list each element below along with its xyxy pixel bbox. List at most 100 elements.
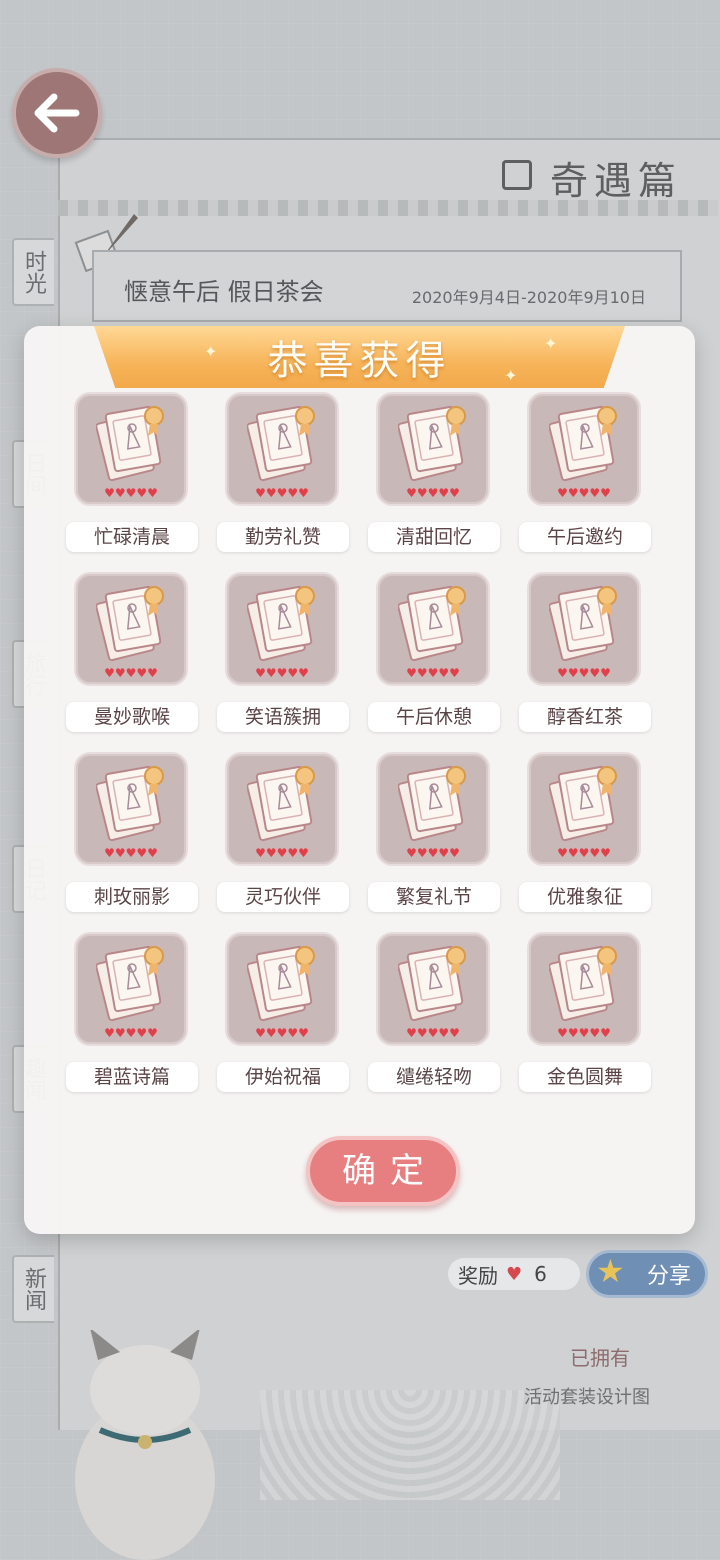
reward-item[interactable]: ♥♥♥♥♥ 笑语簇拥: [217, 572, 368, 733]
design-card-icon: [96, 405, 164, 482]
design-card-icon: [398, 405, 466, 482]
design-card-icon: [549, 405, 617, 482]
reward-count: 6: [534, 1262, 547, 1286]
design-card-icon: [549, 765, 617, 842]
reward-item-tile: ♥♥♥♥♥: [527, 932, 641, 1046]
reward-item-tile: ♥♥♥♥♥: [376, 752, 490, 866]
event-date: 2020年9月4日-2020年9月10日: [411, 288, 646, 307]
bus-icon: [502, 160, 532, 190]
confirm-button[interactable]: 确定: [306, 1136, 460, 1206]
reward-item-name: 醇香红茶: [519, 702, 651, 732]
reward-item[interactable]: ♥♥♥♥♥ 金色圆舞: [519, 932, 670, 1093]
sparkle-icon: ✦: [204, 342, 218, 361]
back-button[interactable]: [12, 68, 102, 158]
reward-item-name: 灵巧伙伴: [217, 882, 349, 912]
reward-item[interactable]: ♥♥♥♥♥ 午后邀约: [519, 392, 670, 553]
reward-modal: 恭喜获得 ✦ ✦ ✦ ♥♥♥♥♥ 忙碌清晨 ♥♥♥♥♥ 勤劳礼赞 ♥♥♥♥♥ 清…: [24, 326, 695, 1234]
reward-item-tile: ♥♥♥♥♥: [527, 392, 641, 506]
design-card-icon: [247, 945, 315, 1022]
reward-item[interactable]: ♥♥♥♥♥ 清甜回忆: [368, 392, 519, 553]
cat-illustration: [75, 1330, 215, 1560]
reward-item-tile: ♥♥♥♥♥: [376, 392, 490, 506]
reward-item-tile: ♥♥♥♥♥: [74, 392, 188, 506]
rarity-hearts: ♥♥♥♥♥: [557, 666, 611, 680]
event-card[interactable]: 惬意午后 假日茶会 2020年9月4日-2020年9月10日: [92, 250, 682, 322]
reward-item[interactable]: ♥♥♥♥♥ 忙碌清晨: [66, 392, 217, 553]
reward-item[interactable]: ♥♥♥♥♥ 醇香红茶: [519, 572, 670, 733]
rarity-hearts: ♥♥♥♥♥: [255, 846, 309, 860]
owned-badge: 已拥有: [570, 1346, 630, 1370]
reward-item-tile: ♥♥♥♥♥: [527, 752, 641, 866]
reward-item-name: 午后休憩: [368, 702, 500, 732]
side-tab-news[interactable]: 新闻: [12, 1255, 54, 1323]
rarity-hearts: ♥♥♥♥♥: [406, 846, 460, 860]
rarity-hearts: ♥♥♥♥♥: [255, 1026, 309, 1040]
rarity-hearts: ♥♥♥♥♥: [557, 486, 611, 500]
design-card-icon: [398, 765, 466, 842]
reward-item-tile: ♥♥♥♥♥: [376, 572, 490, 686]
rarity-hearts: ♥♥♥♥♥: [557, 1026, 611, 1040]
design-card-icon: [247, 585, 315, 662]
reward-item[interactable]: ♥♥♥♥♥ 灵巧伙伴: [217, 752, 368, 913]
reward-item-tile: ♥♥♥♥♥: [225, 752, 339, 866]
star-icon: ★: [596, 1252, 625, 1290]
page-title: 奇遇篇: [549, 159, 682, 203]
reward-item-tile: ♥♥♥♥♥: [527, 572, 641, 686]
reward-label: 奖励: [458, 1263, 498, 1288]
reward-item-name: 清甜回忆: [368, 522, 500, 552]
rarity-hearts: ♥♥♥♥♥: [406, 666, 460, 680]
design-card-icon: [549, 585, 617, 662]
design-card-icon: [398, 585, 466, 662]
reward-item[interactable]: ♥♥♥♥♥ 曼妙歌喉: [66, 572, 217, 733]
reward-grid: ♥♥♥♥♥ 忙碌清晨 ♥♥♥♥♥ 勤劳礼赞 ♥♥♥♥♥ 清甜回忆 ♥♥♥♥♥ 午…: [66, 392, 662, 1093]
rarity-hearts: ♥♥♥♥♥: [104, 1026, 158, 1040]
reward-item-tile: ♥♥♥♥♥: [225, 392, 339, 506]
reward-item[interactable]: ♥♥♥♥♥ 刺玫丽影: [66, 752, 217, 913]
rarity-hearts: ♥♥♥♥♥: [255, 486, 309, 500]
reward-item-name: 缱绻轻吻: [368, 1062, 500, 1092]
reward-item[interactable]: ♥♥♥♥♥ 伊始祝福: [217, 932, 368, 1093]
reward-item-tile: ♥♥♥♥♥: [225, 572, 339, 686]
design-card-icon: [247, 405, 315, 482]
reward-item[interactable]: ♥♥♥♥♥ 繁复礼节: [368, 752, 519, 913]
reward-item[interactable]: ♥♥♥♥♥ 午后休憩: [368, 572, 519, 733]
reward-item-name: 金色圆舞: [519, 1062, 651, 1092]
lace-decoration: [260, 1390, 560, 1500]
design-card-icon: [398, 945, 466, 1022]
rarity-hearts: ♥♥♥♥♥: [557, 846, 611, 860]
side-tab-time[interactable]: 时光: [12, 238, 54, 306]
reward-item-tile: ♥♥♥♥♥: [376, 932, 490, 1046]
event-name: 惬意午后 假日茶会: [124, 278, 324, 306]
share-label: 分享: [646, 1264, 691, 1289]
rarity-hearts: ♥♥♥♥♥: [255, 666, 309, 680]
sparkle-icon: ✦: [504, 366, 518, 385]
reward-item-name: 忙碌清晨: [66, 522, 198, 552]
design-card-icon: [96, 945, 164, 1022]
reward-item-tile: ♥♥♥♥♥: [74, 572, 188, 686]
reward-counter: 奖励 ♥ 6: [448, 1258, 580, 1290]
rarity-hearts: ♥♥♥♥♥: [406, 1026, 460, 1040]
reward-item-name: 刺玫丽影: [66, 882, 198, 912]
design-card-icon: [247, 765, 315, 842]
heart-icon: ♥: [506, 1263, 523, 1285]
design-card-icon: [96, 765, 164, 842]
rarity-hearts: ♥♥♥♥♥: [104, 666, 158, 680]
reward-item-name: 繁复礼节: [368, 882, 500, 912]
design-card-icon: [96, 585, 164, 662]
rarity-hearts: ♥♥♥♥♥: [406, 486, 460, 500]
set-design-label: 活动套装设计图: [524, 1387, 650, 1408]
reward-item-tile: ♥♥♥♥♥: [74, 752, 188, 866]
rarity-hearts: ♥♥♥♥♥: [104, 846, 158, 860]
reward-item[interactable]: ♥♥♥♥♥ 优雅象征: [519, 752, 670, 913]
reward-item-name: 午后邀约: [519, 522, 651, 552]
reward-item-tile: ♥♥♥♥♥: [74, 932, 188, 1046]
reward-item[interactable]: ♥♥♥♥♥ 勤劳礼赞: [217, 392, 368, 553]
reward-item[interactable]: ♥♥♥♥♥ 缱绻轻吻: [368, 932, 519, 1093]
reward-item-name: 笑语簇拥: [217, 702, 349, 732]
rarity-hearts: ♥♥♥♥♥: [104, 486, 158, 500]
reward-item-name: 优雅象征: [519, 882, 651, 912]
reward-item[interactable]: ♥♥♥♥♥ 碧蓝诗篇: [66, 932, 217, 1093]
reward-item-tile: ♥♥♥♥♥: [225, 932, 339, 1046]
reward-item-name: 碧蓝诗篇: [66, 1062, 198, 1092]
reward-item-name: 勤劳礼赞: [217, 522, 349, 552]
